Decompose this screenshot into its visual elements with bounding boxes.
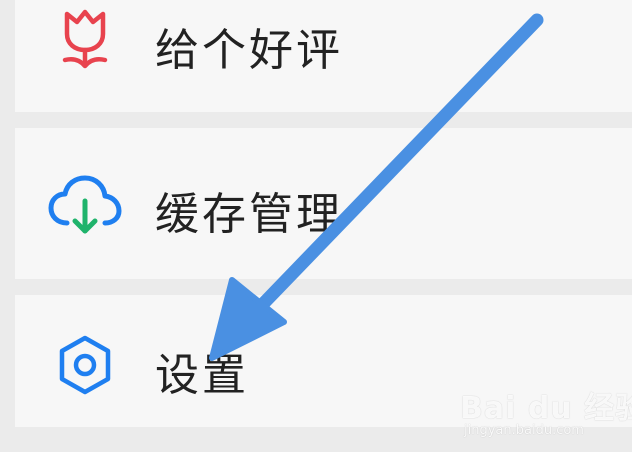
menu-item-cache-management[interactable]: 缓存管理 <box>15 128 632 279</box>
gear-icon <box>45 325 125 405</box>
menu-item-label: 缓存管理 <box>155 189 343 240</box>
tulip-icon <box>45 0 125 80</box>
cloud-download-icon <box>45 165 125 245</box>
menu-item-rate-app[interactable]: 给个好评 <box>15 0 632 112</box>
menu-item-label: 给个好评 <box>155 25 343 76</box>
baidu-jingyan-watermark: Bai du 经验 jingyan.baidu.com <box>460 383 632 443</box>
watermark-logo: Bai du 经验 <box>460 391 632 426</box>
menu-item-label: 设置 <box>155 350 249 401</box>
watermark-url: jingyan.baidu.com <box>464 423 584 438</box>
